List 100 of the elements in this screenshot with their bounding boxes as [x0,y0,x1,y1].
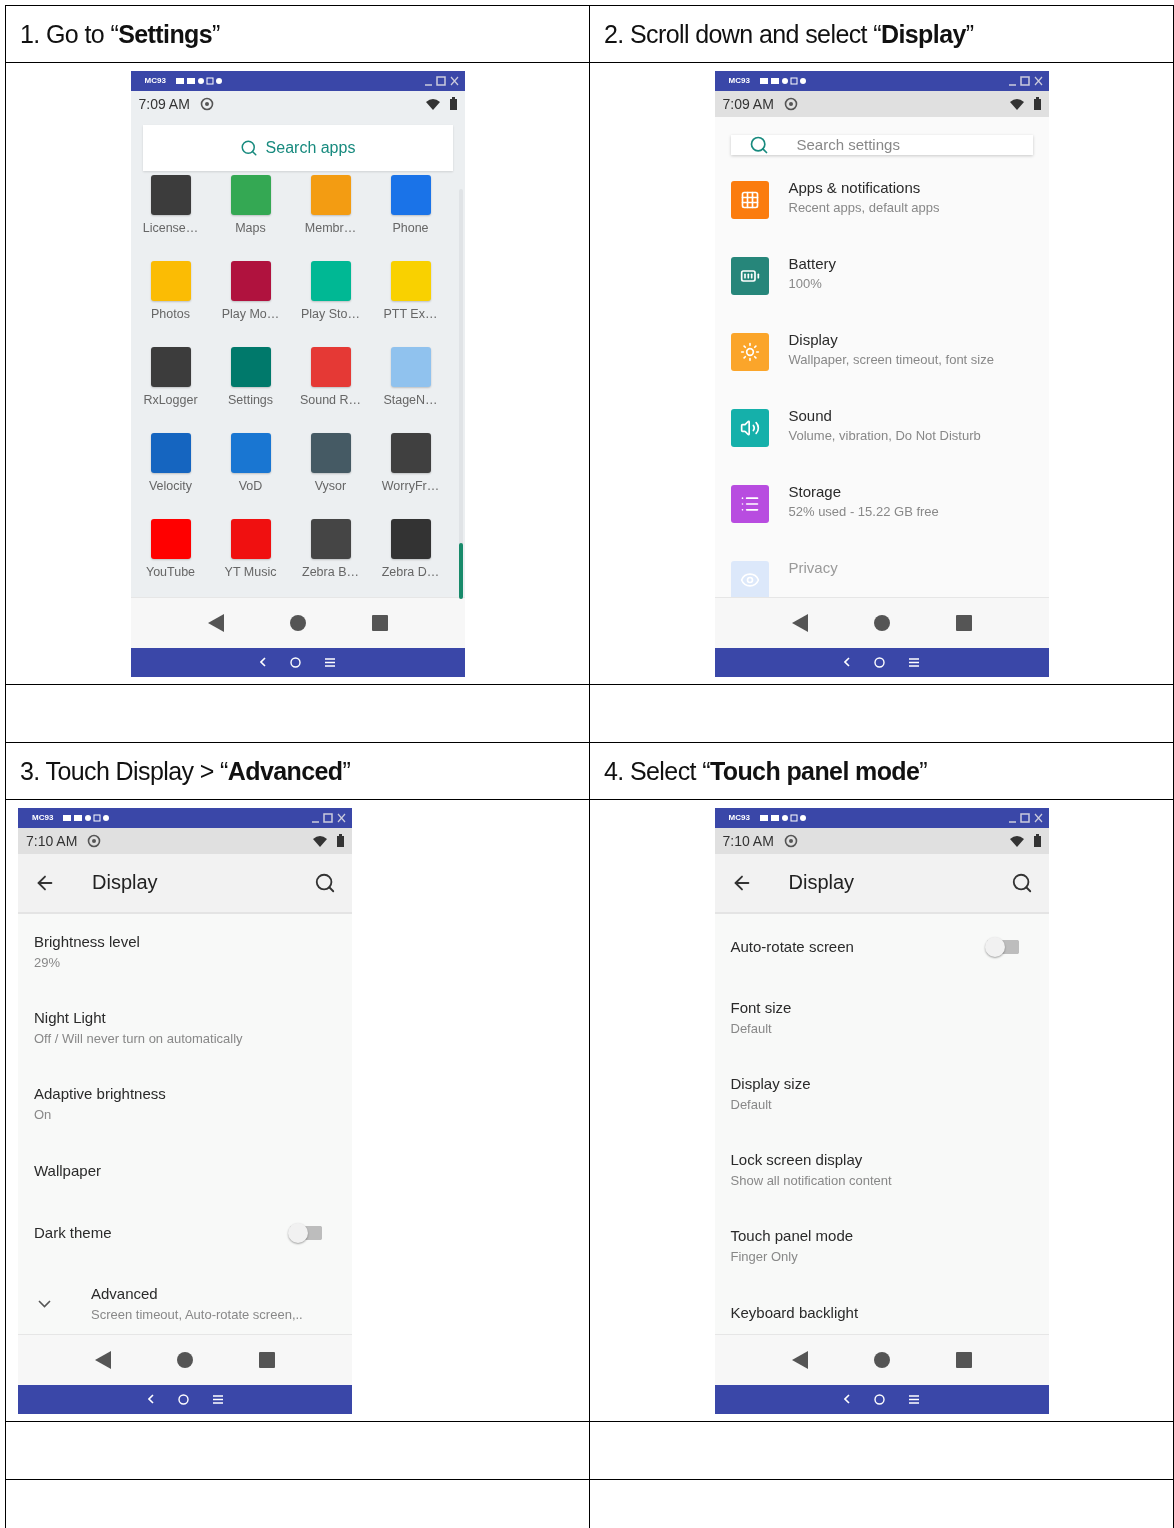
search-icon[interactable] [314,871,336,894]
status-time: 7:09 AM [722,95,774,112]
back-icon[interactable] [260,657,266,667]
app-label[interactable]: License… [142,220,199,235]
toggle-switch[interactable] [288,1222,324,1243]
home-icon[interactable] [874,656,885,668]
app-label[interactable]: Photos [151,306,190,321]
app-label[interactable]: WorryFr… [381,478,440,493]
app-icon[interactable] [390,432,431,473]
app-label[interactable]: Play Mo… [221,306,280,321]
app-label[interactable]: Vysor [314,478,347,493]
wifi-icon [425,97,440,110]
back-icon[interactable] [207,613,224,632]
app-label[interactable]: RxLogger [143,392,198,407]
sync-icon [199,96,214,111]
item-subtitle: Wallpaper, screen timeout, font size [788,351,994,367]
scrollbar[interactable] [458,188,463,599]
back-icon[interactable] [791,613,808,632]
item-title: Font size [730,999,793,1016]
settings-item[interactable]: Display Wallpaper, screen timeout, font size [714,316,1049,393]
app-icon[interactable] [150,346,191,387]
step-caption: 2. Scroll down and select “Display” [603,19,974,49]
item-title: Dark theme [34,1224,113,1241]
app-icon[interactable] [230,260,271,301]
back-icon[interactable] [844,657,850,667]
window-controls-icon[interactable] [1008,812,1043,823]
window-controls-icon[interactable] [312,812,346,823]
item-title: Sound [788,406,833,424]
menu-icon[interactable] [325,657,335,667]
item-subtitle: 52% used - 15.22 GB free [788,503,939,519]
home-icon[interactable] [873,614,890,631]
recents-icon[interactable] [955,614,972,631]
search-icon[interactable] [1010,871,1033,894]
toggle-switch[interactable] [984,936,1021,957]
app-label[interactable]: Velocity [148,478,193,493]
back-icon[interactable] [791,1350,808,1369]
back-icon[interactable] [844,1394,850,1404]
recents-icon[interactable] [955,1351,972,1368]
back-icon[interactable] [147,1394,154,1404]
back-icon[interactable] [95,1350,111,1369]
search-apps-field[interactable]: Search apps [142,124,453,171]
item-title: Battery [788,254,837,272]
app-label[interactable]: Sound R… [299,392,362,407]
sync-icon [783,96,798,111]
home-icon[interactable] [177,1393,189,1405]
recents-icon[interactable] [259,1351,275,1368]
step-caption: 3. Touch Display > “Advanced” [19,756,351,786]
app-label[interactable]: VoD [238,478,263,493]
app-icon[interactable] [310,432,351,473]
item-title: Lock screen display [730,1151,864,1168]
settings-item[interactable]: Apps & notifications Recent apps, default apps [714,164,1049,241]
settings-item[interactable]: Privacy [714,544,1049,597]
speaker-icon [739,417,760,438]
app-icon[interactable] [390,518,431,559]
item-subtitle: On [34,1107,53,1122]
home-icon[interactable] [874,1393,885,1405]
chevron-down-icon [38,1299,51,1308]
search-settings-field[interactable]: Search settings [730,134,1033,155]
screen-title: Display [92,871,159,894]
app-label[interactable]: PTT Ex… [383,306,438,321]
item-subtitle: 29% [34,955,62,970]
item-title: Wallpaper [34,1162,102,1179]
item-subtitle: Off / Will never turn on automatically [34,1031,244,1046]
app-label[interactable]: Phone [392,220,429,235]
item-subtitle: Volume, vibration, Do Not Disturb [788,427,981,443]
app-label[interactable]: Membr… [304,220,357,235]
home-icon[interactable] [290,656,301,668]
item-subtitle: 100% [788,275,823,291]
menu-icon[interactable] [909,657,919,667]
window-controls-icon[interactable] [424,75,459,86]
menu-icon[interactable] [909,1394,919,1404]
item-subtitle: Recent apps, default apps [788,199,940,215]
battery-icon [1033,834,1041,847]
status-icons [759,813,806,822]
item-subtitle: Screen timeout, Auto-rotate screen,.. [91,1307,304,1322]
status-time: 7:10 AM [26,832,78,849]
settings-item[interactable]: Storage 52% used - 15.22 GB free [714,468,1049,545]
menu-icon[interactable] [212,1394,223,1404]
item-title: Auto-rotate screen [730,938,855,955]
app-icon[interactable] [310,518,351,559]
window-controls-icon[interactable] [1008,75,1043,86]
home-icon[interactable] [177,1351,193,1368]
app-icon[interactable] [150,174,191,215]
item-title: Storage [788,482,843,500]
app-label[interactable]: YouTube [145,564,196,579]
app-label[interactable]: Maps [235,220,266,235]
app-label[interactable]: YT Music [224,564,277,579]
app-label[interactable]: Play Sto… [300,306,361,321]
recents-icon[interactable] [371,614,388,631]
home-icon[interactable] [289,614,306,631]
item-title: Apps & notifications [788,178,922,196]
item-title: Keyboard backlight [730,1304,860,1321]
app-label[interactable]: Zebra B… [302,564,359,579]
settings-item[interactable]: Battery 100% [714,240,1049,317]
app-icon[interactable] [150,432,191,473]
home-icon[interactable] [873,1351,890,1368]
app-label[interactable]: Settings [227,392,274,407]
app-label[interactable]: Zebra D… [381,564,440,579]
settings-item[interactable]: Sound Volume, vibration, Do Not Disturb [714,392,1049,469]
app-label[interactable]: StageN… [383,392,438,407]
